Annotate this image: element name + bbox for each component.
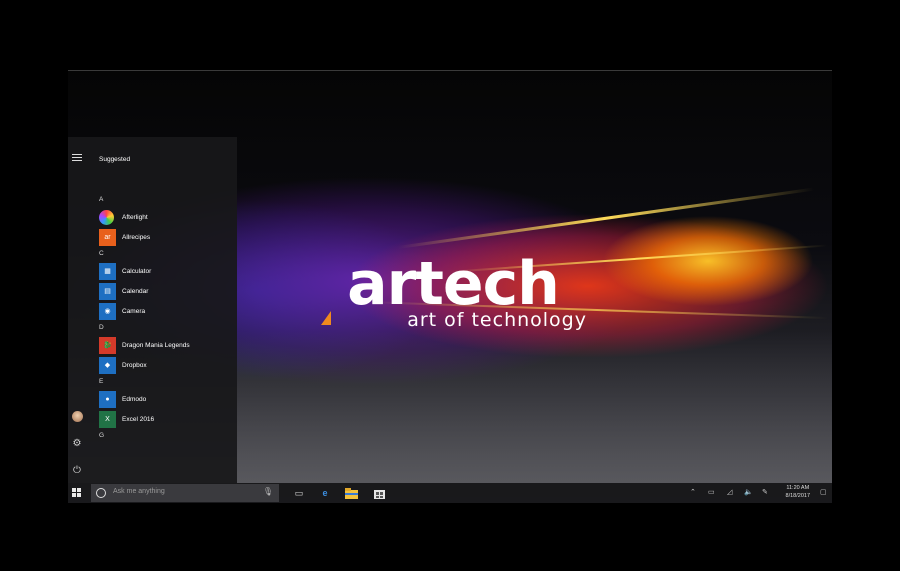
app-label: Afterlight [122, 213, 148, 221]
avatar [71, 410, 83, 422]
taskbar: Ask me anything 🎙 ▭ e ⌃ ▭ ◿ 🔈 ✎ 11:20 AM… [68, 483, 832, 503]
camera-icon: ◉ [99, 302, 116, 320]
store-icon[interactable] [372, 486, 386, 500]
edmodo-icon: ● [99, 390, 116, 408]
logo-wordmark: artech [347, 249, 560, 319]
task-view-icon[interactable]: ▭ [292, 486, 306, 500]
edge-browser-icon[interactable]: e [318, 486, 332, 500]
device-bezel: artech art of technology Suggested A Afte… [0, 0, 900, 571]
section-letter[interactable]: E [99, 375, 231, 389]
action-center-icon[interactable]: ▢ [820, 488, 827, 496]
power-icon: ⏻ [73, 464, 81, 476]
windows-start-icon[interactable] [72, 488, 81, 497]
hamburger-menu-icon[interactable] [72, 154, 82, 161]
app-label: Dragon Mania Legends [122, 341, 190, 349]
clock[interactable]: 11:20 AM 8/18/2017 [786, 485, 810, 500]
app-item[interactable]: ● Edmodo [99, 389, 231, 409]
start-suggested-header: Suggested [99, 156, 131, 163]
cortana-icon [96, 488, 106, 498]
start-rail: ⚙ ⏻ [68, 137, 90, 483]
search-placeholder: Ask me anything [113, 488, 165, 495]
volume-icon[interactable]: 🔈 [744, 488, 753, 496]
app-item[interactable]: Afterlight [99, 207, 231, 227]
section-letter[interactable]: C [99, 247, 231, 261]
app-item[interactable]: 🐉 Dragon Mania Legends [99, 335, 231, 355]
light-streak [397, 187, 815, 249]
file-explorer-icon[interactable] [344, 486, 358, 500]
battery-icon[interactable]: ▭ [708, 488, 715, 496]
app-label: Excel 2016 [122, 415, 155, 423]
app-item[interactable]: ◆ Dropbox [99, 355, 231, 375]
clock-time: 11:20 AM [786, 485, 810, 491]
dropbox-icon: ◆ [99, 356, 116, 374]
app-label: Dropbox [122, 361, 147, 369]
search-box[interactable]: Ask me anything 🎙 [91, 484, 279, 502]
app-list: A Afterlight ar Allrecipes C ▦ Calculator ▤ Cale… [99, 193, 231, 443]
app-item[interactable]: ▦ Calculator [99, 261, 231, 281]
microphone-icon[interactable]: 🎙 [263, 487, 273, 496]
logo-accent-mark [321, 311, 331, 325]
app-label: Camera [122, 307, 146, 315]
clock-date: 8/18/2017 [785, 492, 810, 499]
pen-workspace-icon[interactable]: ✎ [762, 488, 768, 496]
calculator-icon: ▦ [99, 262, 116, 280]
power-button[interactable]: ⏻ [70, 463, 84, 477]
section-letter[interactable]: A [99, 193, 231, 207]
user-account-button[interactable] [70, 409, 84, 423]
app-item[interactable]: X Excel 2016 [99, 409, 231, 429]
settings-button[interactable]: ⚙ [70, 436, 84, 450]
desktop-screen: artech art of technology Suggested A Afte… [68, 70, 832, 503]
app-label: Allrecipes [122, 233, 151, 241]
section-letter[interactable]: D [99, 321, 231, 335]
app-label: Calculator [122, 267, 152, 275]
app-item[interactable]: ◉ Camera [99, 301, 231, 321]
excel-icon: X [99, 410, 116, 428]
dragon-mania-icon: 🐉 [99, 336, 116, 354]
app-label: Calendar [122, 287, 149, 295]
calendar-icon: ▤ [99, 282, 116, 300]
show-hidden-icons-icon[interactable]: ⌃ [690, 488, 696, 496]
section-letter[interactable]: G [99, 429, 231, 443]
app-item[interactable]: ar Allrecipes [99, 227, 231, 247]
wifi-icon[interactable]: ◿ [727, 488, 732, 496]
app-label: Edmodo [122, 395, 147, 403]
afterlight-icon [99, 209, 114, 225]
allrecipes-icon: ar [99, 228, 116, 246]
artech-logo: artech art of technology [313, 253, 593, 331]
app-item[interactable]: ▤ Calendar [99, 281, 231, 301]
start-menu: Suggested A Afterlight ar Allrecipes C ▦ Calcu… [68, 137, 237, 483]
gear-icon: ⚙ [72, 437, 82, 449]
